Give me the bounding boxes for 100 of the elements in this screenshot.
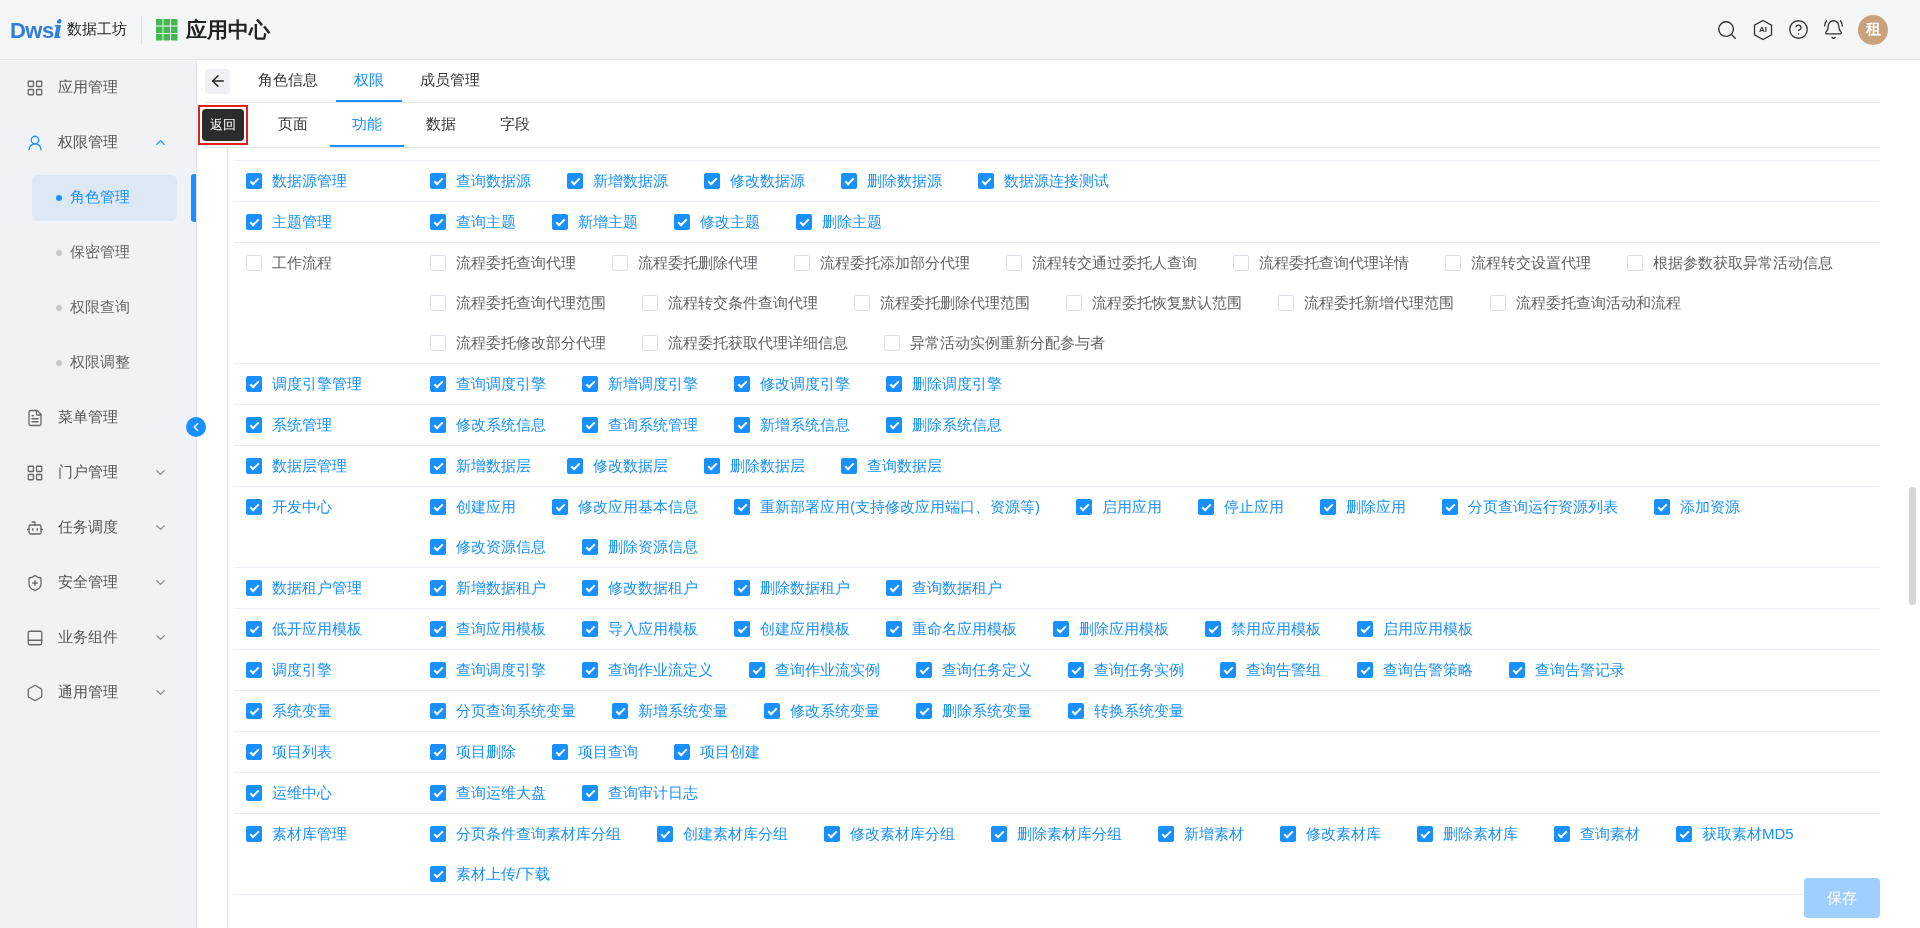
- permission-label[interactable]: 查询调度引擎: [456, 658, 546, 682]
- checkbox[interactable]: [734, 621, 750, 637]
- checkbox[interactable]: [841, 173, 857, 189]
- permission-group-label[interactable]: 项目列表: [272, 740, 332, 764]
- permission-group-label[interactable]: 运维中心: [272, 781, 332, 805]
- checkbox[interactable]: [916, 703, 932, 719]
- checkbox[interactable]: [567, 173, 583, 189]
- permission-label[interactable]: 根据参数获取异常活动信息: [1653, 251, 1833, 275]
- permission-group-label[interactable]: 系统变量: [272, 699, 332, 723]
- permission-label[interactable]: 删除资源信息: [608, 535, 698, 559]
- permission-label[interactable]: 删除应用模板: [1079, 617, 1169, 641]
- permission-group-label[interactable]: 素材库管理: [272, 822, 347, 846]
- permission-label[interactable]: 删除主题: [822, 210, 882, 234]
- back-button[interactable]: 返回: [202, 109, 244, 141]
- permission-label[interactable]: 查询系统管理: [608, 413, 698, 437]
- permission-group-label[interactable]: 工作流程: [272, 251, 332, 275]
- permission-label[interactable]: 查询主题: [456, 210, 516, 234]
- checkbox[interactable]: [886, 621, 902, 637]
- permission-label[interactable]: 查询告警记录: [1535, 658, 1625, 682]
- permission-label[interactable]: 查询调度引擎: [456, 372, 546, 396]
- checkbox[interactable]: [1676, 826, 1692, 842]
- permission-label[interactable]: 启用应用: [1102, 495, 1162, 519]
- permission-label[interactable]: 流程转交条件查询代理: [668, 291, 818, 315]
- permission-label[interactable]: 停止应用: [1224, 495, 1284, 519]
- subtab[interactable]: 功能: [330, 103, 404, 147]
- checkbox[interactable]: [612, 703, 628, 719]
- checkbox[interactable]: [246, 499, 262, 515]
- checkbox[interactable]: [246, 458, 262, 474]
- checkbox[interactable]: [552, 214, 568, 230]
- checkbox[interactable]: [246, 376, 262, 392]
- permission-label[interactable]: 修改数据层: [593, 454, 668, 478]
- sidebar-item[interactable]: 安全管理: [0, 555, 196, 610]
- checkbox[interactable]: [1417, 826, 1433, 842]
- checkbox[interactable]: [886, 580, 902, 596]
- permission-group-label[interactable]: 低开应用模板: [272, 617, 362, 641]
- permission-label[interactable]: 查询数据源: [456, 169, 531, 193]
- checkbox[interactable]: [430, 580, 446, 596]
- permission-label[interactable]: 新增调度引擎: [608, 372, 698, 396]
- sidebar-subitem[interactable]: 保密管理: [32, 229, 177, 276]
- checkbox[interactable]: [978, 173, 994, 189]
- checkbox[interactable]: [246, 621, 262, 637]
- permission-label[interactable]: 删除数据源: [867, 169, 942, 193]
- permission-label[interactable]: 项目创建: [700, 740, 760, 764]
- permission-label[interactable]: 项目删除: [456, 740, 516, 764]
- checkbox[interactable]: [430, 703, 446, 719]
- checkbox[interactable]: [430, 214, 446, 230]
- permission-label[interactable]: 查询应用模板: [456, 617, 546, 641]
- checkbox[interactable]: [552, 499, 568, 515]
- checkbox[interactable]: [430, 621, 446, 637]
- permission-label[interactable]: 流程委托查询代理: [456, 251, 576, 275]
- checkbox[interactable]: [1205, 621, 1221, 637]
- permission-label[interactable]: 转换系统变量: [1094, 699, 1184, 723]
- permission-label[interactable]: 修改系统变量: [790, 699, 880, 723]
- permission-label[interactable]: 查询素材: [1580, 822, 1640, 846]
- checkbox[interactable]: [430, 458, 446, 474]
- permission-label[interactable]: 删除系统信息: [912, 413, 1002, 437]
- checkbox[interactable]: [734, 417, 750, 433]
- permission-label[interactable]: 异常活动实例重新分配参与者: [910, 331, 1105, 355]
- checkbox[interactable]: [246, 785, 262, 801]
- checkbox[interactable]: [1357, 662, 1373, 678]
- permission-label[interactable]: 修改素材库: [1306, 822, 1381, 846]
- permission-label[interactable]: 查询告警策略: [1383, 658, 1473, 682]
- checkbox[interactable]: [552, 744, 568, 760]
- sidebar-item[interactable]: 权限管理: [0, 115, 196, 170]
- checkbox[interactable]: [734, 376, 750, 392]
- checkbox[interactable]: [916, 662, 932, 678]
- permission-label[interactable]: 流程委托获取代理详细信息: [668, 331, 848, 355]
- checkbox[interactable]: [734, 499, 750, 515]
- permission-label[interactable]: 查询任务定义: [942, 658, 1032, 682]
- permission-label[interactable]: 查询数据租户: [912, 576, 1002, 600]
- permission-label[interactable]: 流程转交设置代理: [1471, 251, 1591, 275]
- sidebar-item[interactable]: 菜单管理: [0, 390, 196, 445]
- permission-label[interactable]: 分页条件查询素材库分组: [456, 822, 621, 846]
- permission-group-label[interactable]: 数据租户管理: [272, 576, 362, 600]
- checkbox[interactable]: [1654, 499, 1670, 515]
- permission-label[interactable]: 创建素材库分组: [683, 822, 788, 846]
- checkbox[interactable]: [430, 662, 446, 678]
- checkbox[interactable]: [991, 826, 1007, 842]
- permission-label[interactable]: 修改数据源: [730, 169, 805, 193]
- permission-label[interactable]: 分页查询运行资源列表: [1468, 495, 1618, 519]
- checkbox[interactable]: [1554, 826, 1570, 842]
- notification-bell-icon[interactable]: [1823, 19, 1844, 40]
- permission-label[interactable]: 修改主题: [700, 210, 760, 234]
- checkbox[interactable]: [567, 458, 583, 474]
- subtab[interactable]: 数据: [404, 103, 478, 147]
- permission-label[interactable]: 新增数据层: [456, 454, 531, 478]
- checkbox[interactable]: [246, 173, 262, 189]
- checkbox[interactable]: [1198, 499, 1214, 515]
- permission-label[interactable]: 新增系统信息: [760, 413, 850, 437]
- permission-label[interactable]: 项目查询: [578, 740, 638, 764]
- permission-label[interactable]: 新增数据租户: [456, 576, 546, 600]
- checkbox[interactable]: [734, 580, 750, 596]
- permission-label[interactable]: 修改系统信息: [456, 413, 546, 437]
- permission-label[interactable]: 流程委托删除代理范围: [880, 291, 1030, 315]
- permission-label[interactable]: 流程委托删除代理: [638, 251, 758, 275]
- checkbox[interactable]: [886, 417, 902, 433]
- permission-group-label[interactable]: 主题管理: [272, 210, 332, 234]
- permission-label[interactable]: 修改数据租户: [608, 576, 698, 600]
- sidebar-subitem[interactable]: 权限调整: [32, 339, 177, 386]
- checkbox[interactable]: [582, 621, 598, 637]
